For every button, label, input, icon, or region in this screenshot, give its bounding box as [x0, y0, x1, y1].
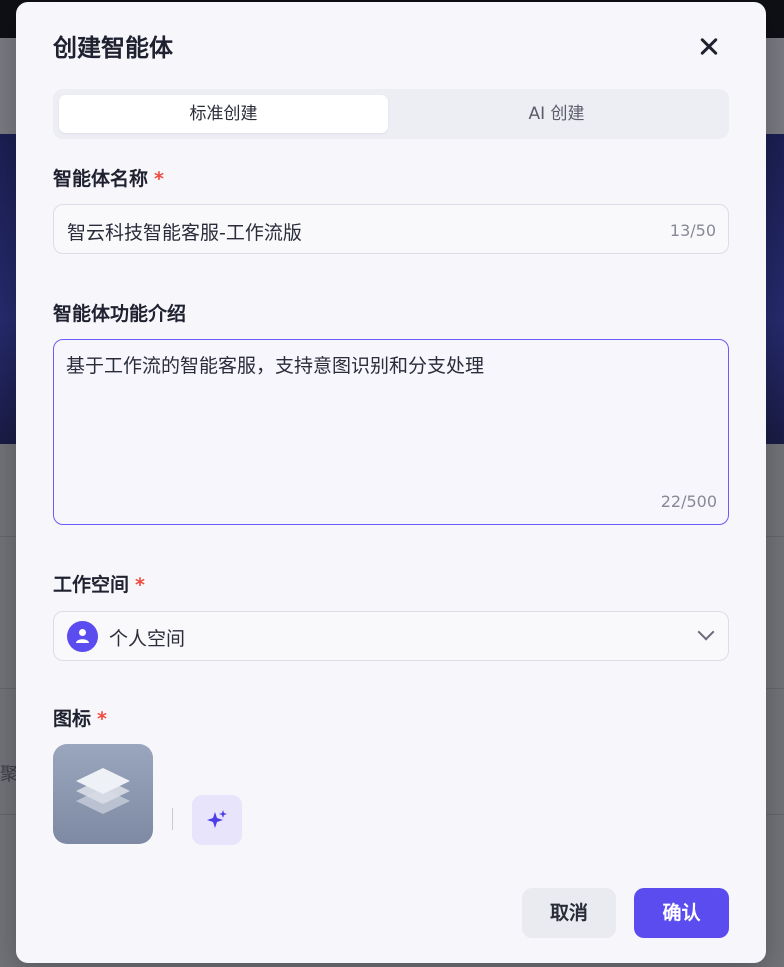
workspace-value: 个人空间: [109, 628, 186, 650]
tab-ai-create[interactable]: AI 创建: [390, 95, 723, 133]
agent-description-value: 基于工作流的智能客服，支持意图识别和分支处理: [66, 355, 485, 377]
agent-name-counter: 13/50: [669, 221, 716, 240]
agent-description-textarea[interactable]: 基于工作流的智能客服，支持意图识别和分支处理 22/500: [53, 339, 729, 525]
name-label: 智能体名称 *: [53, 164, 164, 191]
required-mark: *: [97, 708, 107, 730]
create-agent-dialog: 创建智能体 标准创建 AI 创建 智能体名称 * 智云科技智能客服-工作流版 13…: [16, 2, 766, 963]
workspace-select[interactable]: 个人空间: [53, 611, 729, 661]
close-icon[interactable]: [694, 32, 724, 62]
icon-divider: [172, 808, 173, 830]
creation-mode-tabs: 标准创建 AI 创建: [53, 89, 729, 139]
tab-standard-create[interactable]: 标准创建: [59, 95, 388, 133]
confirm-button[interactable]: 确认: [634, 888, 729, 938]
icon-label: 图标 *: [53, 704, 107, 731]
cancel-button[interactable]: 取消: [522, 888, 616, 938]
agent-name-value: 智云科技智能客服-工作流版: [67, 222, 302, 244]
workspace-label: 工作空间 *: [53, 570, 145, 597]
required-mark: *: [135, 574, 145, 596]
icon-label-text: 图标: [53, 708, 92, 730]
dialog-title: 创建智能体: [53, 34, 173, 62]
agent-name-input[interactable]: 智云科技智能客服-工作流版 13/50: [53, 204, 729, 254]
description-label: 智能体功能介绍: [53, 303, 187, 325]
agent-description-counter: 22/500: [660, 492, 717, 511]
chevron-down-icon: [697, 623, 715, 641]
name-label-text: 智能体名称: [53, 168, 149, 190]
user-icon: [67, 621, 98, 652]
layers-icon: [76, 768, 130, 814]
ai-generate-icon-button[interactable]: [192, 795, 242, 845]
workspace-label-text: 工作空间: [53, 574, 130, 596]
sparkle-icon: [207, 810, 227, 828]
agent-icon-picker[interactable]: [53, 744, 153, 844]
required-mark: *: [154, 168, 164, 190]
